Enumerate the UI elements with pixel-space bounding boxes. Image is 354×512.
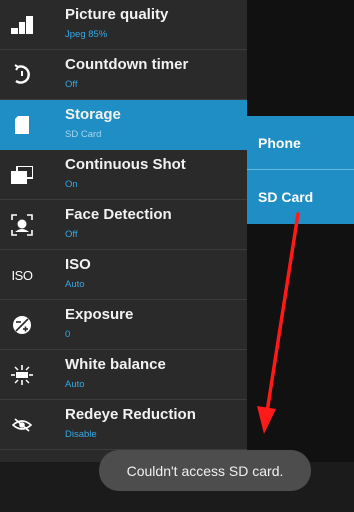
white-balance-icon: [6, 360, 38, 390]
setting-title: White balance: [65, 356, 166, 373]
countdown-timer-icon: [6, 60, 38, 90]
setting-title: Redeye Reduction: [65, 406, 196, 423]
setting-title: ISO: [65, 256, 91, 273]
camera-settings-screen: Picture quality Jpeg 85% Countdown timer…: [0, 0, 354, 512]
storage-options-popup: Phone SD Card: [247, 116, 354, 224]
storage-option-sd-card[interactable]: SD Card: [247, 170, 354, 224]
face-detection-icon: [6, 210, 38, 240]
storage-option-phone[interactable]: Phone: [247, 116, 354, 170]
toast-message: Couldn't access SD card.: [99, 450, 311, 491]
setting-title: Exposure: [65, 306, 134, 323]
setting-value: Off: [65, 79, 78, 90]
setting-countdown-timer[interactable]: Countdown timer Off: [0, 50, 247, 100]
setting-title: Countdown timer: [65, 56, 189, 73]
setting-exposure[interactable]: Exposure 0: [0, 300, 247, 350]
settings-list: Picture quality Jpeg 85% Countdown timer…: [0, 0, 247, 462]
setting-title: Picture quality: [65, 6, 169, 23]
setting-title: Storage: [65, 106, 121, 123]
setting-value: Off: [65, 229, 78, 240]
setting-title: Face Detection: [65, 206, 172, 223]
setting-picture-quality[interactable]: Picture quality Jpeg 85%: [0, 0, 247, 50]
setting-white-balance[interactable]: White balance Auto: [0, 350, 247, 400]
sd-card-icon: [6, 110, 38, 140]
setting-value: Disable: [65, 429, 97, 440]
setting-value: On: [65, 179, 78, 190]
setting-value: Auto: [65, 279, 85, 290]
setting-face-detection[interactable]: Face Detection Off: [0, 200, 247, 250]
setting-redeye-reduction[interactable]: Redeye Reduction Disable: [0, 400, 247, 450]
setting-title: Continuous Shot: [65, 156, 186, 173]
setting-value: SD Card: [65, 129, 102, 140]
iso-icon: ISO: [11, 267, 33, 283]
picture-quality-icon: [6, 10, 38, 40]
setting-iso[interactable]: ISO ISO Auto: [0, 250, 247, 300]
setting-storage[interactable]: Storage SD Card: [0, 100, 247, 150]
setting-value: 0: [65, 329, 71, 340]
setting-value: Auto: [65, 379, 85, 390]
exposure-icon: [6, 310, 38, 340]
redeye-reduction-icon: [6, 410, 38, 440]
continuous-shot-icon: [6, 160, 38, 190]
setting-value: Jpeg 85%: [65, 29, 108, 40]
setting-continuous-shot[interactable]: Continuous Shot On: [0, 150, 247, 200]
